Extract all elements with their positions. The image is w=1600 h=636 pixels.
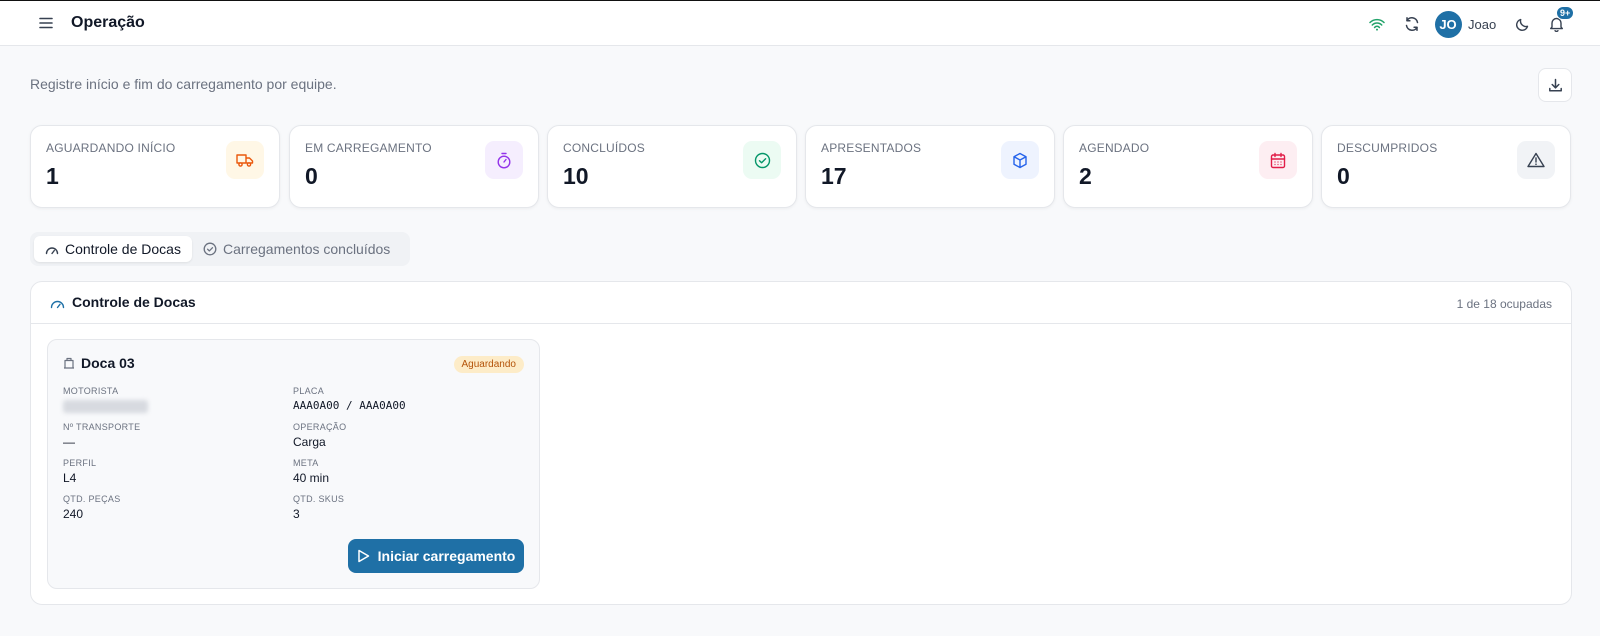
panel-title: Controle de Docas bbox=[50, 294, 196, 310]
panel-header: Controle de Docas 1 de 18 ocupadas bbox=[31, 282, 1571, 324]
export-button[interactable] bbox=[1538, 68, 1572, 102]
occupancy-count: 1 de 18 ocupadas bbox=[1456, 297, 1552, 311]
stat-value: 10 bbox=[563, 163, 589, 189]
tab-label: Carregamentos concluídos bbox=[223, 241, 391, 257]
user-name[interactable]: Joao bbox=[1468, 1, 1504, 47]
stat-icon-box bbox=[1517, 141, 1555, 179]
field-label: META bbox=[293, 458, 319, 468]
redacted-driver-name bbox=[63, 400, 148, 413]
field-label: OPERAÇÃO bbox=[293, 422, 347, 432]
stat-value: 2 bbox=[1079, 163, 1092, 189]
field-transporte: Nº TRANSPORTE — bbox=[63, 422, 283, 449]
field-value: AAA0A00 / AAA0A00 bbox=[293, 399, 406, 412]
stat-card-descumpridos: DESCUMPRIDOS 0 bbox=[1321, 125, 1571, 208]
connection-status bbox=[1364, 1, 1390, 47]
avatar: JO bbox=[1434, 10, 1462, 38]
user-name-label: Joao bbox=[1468, 16, 1497, 32]
notification-count-badge: 9+ bbox=[1556, 6, 1575, 20]
stat-icon-box bbox=[743, 141, 781, 179]
warning-icon bbox=[1527, 152, 1545, 168]
top-bar: Operação JO Joao 9+ bbox=[0, 0, 1600, 46]
stat-icon-box bbox=[226, 141, 264, 179]
refresh-button[interactable] bbox=[1398, 1, 1426, 47]
app-title: Operação bbox=[71, 14, 145, 31]
menu-icon bbox=[39, 17, 53, 29]
field-motorista: MOTORISTA bbox=[63, 386, 283, 418]
field-operacao: OPERAÇÃO Carga bbox=[293, 422, 513, 449]
stat-label: CONCLUÍDOS bbox=[563, 141, 646, 155]
field-value: 240 bbox=[63, 507, 84, 521]
stat-label: APRESENTADOS bbox=[821, 141, 922, 155]
field-perfil: PERFIL L4 bbox=[63, 458, 283, 485]
truck-icon bbox=[236, 154, 254, 167]
stat-value: 17 bbox=[821, 163, 847, 189]
dock-name: Doca 03 bbox=[81, 355, 135, 371]
dock-card: Doca 03 Aguardando MOTORISTA PLACA AAA0A… bbox=[47, 339, 540, 589]
field-value: 40 min bbox=[293, 471, 330, 485]
notifications-button[interactable]: 9+ bbox=[1544, 1, 1575, 47]
start-loading-label: Iniciar carregamento bbox=[377, 548, 516, 564]
stat-value: 0 bbox=[305, 163, 318, 189]
stat-card-apresentados: APRESENTADOS 17 bbox=[805, 125, 1055, 208]
panel-title-text: Controle de Docas bbox=[72, 294, 196, 310]
gauge-icon bbox=[45, 247, 59, 255]
stat-card-concluidos: CONCLUÍDOS 10 bbox=[547, 125, 797, 208]
user-avatar-button[interactable]: JO bbox=[1433, 1, 1463, 47]
field-label: QTD. PEÇAS bbox=[63, 494, 121, 504]
gauge-icon bbox=[50, 300, 65, 308]
package-icon bbox=[1013, 152, 1027, 168]
tab-controle-docas[interactable]: Controle de Docas bbox=[34, 236, 192, 262]
stat-card-aguardando: AGUARDANDO INÍCIO 1 bbox=[30, 125, 280, 208]
timer-icon bbox=[497, 152, 511, 169]
menu-button[interactable] bbox=[36, 13, 56, 33]
stat-icon-box bbox=[1001, 141, 1039, 179]
refresh-icon bbox=[1405, 17, 1419, 31]
dock-icon bbox=[64, 357, 74, 369]
tab-label: Controle de Docas bbox=[65, 241, 181, 257]
stat-label: EM CARREGAMENTO bbox=[305, 141, 432, 155]
start-loading-button[interactable]: Iniciar carregamento bbox=[348, 539, 524, 573]
field-label: PLACA bbox=[293, 386, 325, 396]
download-icon bbox=[1548, 78, 1562, 92]
docks-panel: Controle de Docas 1 de 18 ocupadas Doca … bbox=[30, 281, 1572, 605]
stat-label: AGENDADO bbox=[1079, 141, 1150, 155]
status-badge: Aguardando bbox=[453, 356, 524, 373]
field-value: — bbox=[63, 435, 75, 449]
play-icon bbox=[357, 549, 369, 563]
field-skus: QTD. SKUS 3 bbox=[293, 494, 513, 521]
field-pecas: QTD. PEÇAS 240 bbox=[63, 494, 283, 521]
view-tabs: Controle de Docas Carregamentos concluíd… bbox=[30, 232, 410, 266]
field-placa: PLACA AAA0A00 / AAA0A00 bbox=[293, 386, 513, 412]
stat-card-em-carregamento: EM CARREGAMENTO 0 bbox=[289, 125, 539, 208]
field-value: 3 bbox=[293, 507, 300, 521]
field-label: QTD. SKUS bbox=[293, 494, 345, 504]
tab-carregamentos-concluidos[interactable]: Carregamentos concluídos bbox=[192, 236, 401, 262]
field-label: MOTORISTA bbox=[63, 386, 119, 396]
field-value: Carga bbox=[293, 435, 326, 449]
calendar-icon bbox=[1270, 152, 1286, 168]
dock-title: Doca 03 bbox=[63, 355, 135, 371]
field-label: Nº TRANSPORTE bbox=[63, 422, 141, 432]
stat-label: AGUARDANDO INÍCIO bbox=[46, 141, 176, 155]
field-value: L4 bbox=[63, 471, 77, 485]
stat-label: DESCUMPRIDOS bbox=[1337, 141, 1438, 155]
field-meta: META 40 min bbox=[293, 458, 513, 485]
theme-toggle-button[interactable] bbox=[1510, 1, 1534, 47]
stat-card-agendado: AGENDADO 2 bbox=[1063, 125, 1313, 208]
field-label: PERFIL bbox=[63, 458, 97, 468]
stat-value: 1 bbox=[46, 163, 59, 189]
moon-icon bbox=[1515, 18, 1528, 31]
check-circle-icon bbox=[203, 242, 217, 256]
wifi-icon bbox=[1369, 18, 1385, 31]
stat-icon-box bbox=[1259, 141, 1297, 179]
stat-value: 0 bbox=[1337, 163, 1350, 189]
check-circle-icon bbox=[754, 152, 770, 168]
page-subtitle: Registre início e fim do carregamento po… bbox=[30, 76, 337, 92]
stat-icon-box bbox=[485, 141, 523, 179]
